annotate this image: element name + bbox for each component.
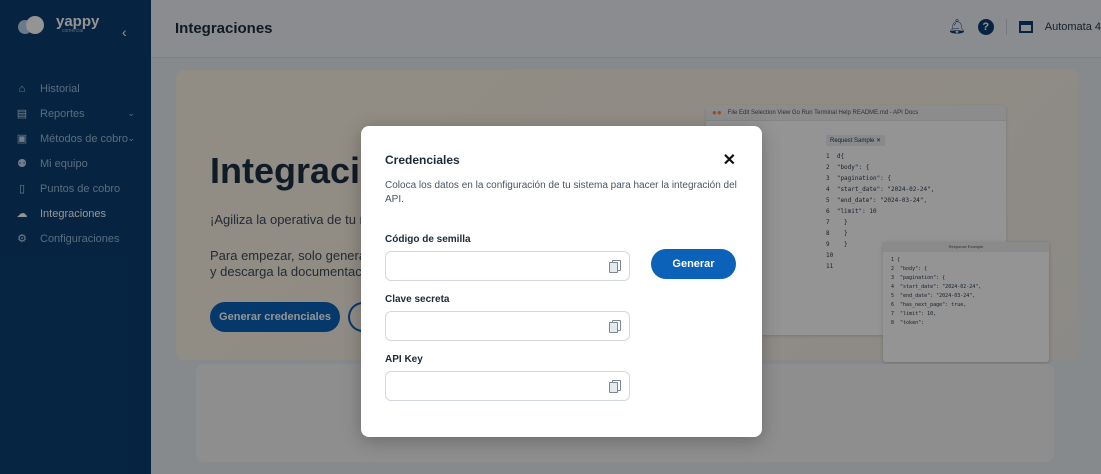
api-key-label: API Key: [385, 354, 423, 365]
seed-code-input[interactable]: [386, 252, 596, 280]
generate-button[interactable]: Generar: [651, 249, 736, 279]
seed-code-field[interactable]: [385, 251, 630, 281]
api-key-field[interactable]: [385, 371, 630, 401]
copy-icon[interactable]: [609, 260, 621, 273]
secret-key-input[interactable]: [386, 312, 596, 340]
api-key-input[interactable]: [386, 372, 596, 400]
secret-key-label: Clave secreta: [385, 294, 450, 305]
close-icon[interactable]: ✕: [723, 150, 736, 170]
modal-title: Credenciales: [385, 153, 460, 167]
copy-icon[interactable]: [609, 320, 621, 333]
credentials-modal: Credenciales ✕ Coloca los datos en la co…: [361, 126, 762, 437]
modal-description: Coloca los datos en la configuración de …: [385, 180, 737, 205]
copy-icon[interactable]: [609, 380, 621, 393]
seed-code-label: Código de semilla: [385, 234, 471, 245]
secret-key-field[interactable]: [385, 311, 630, 341]
